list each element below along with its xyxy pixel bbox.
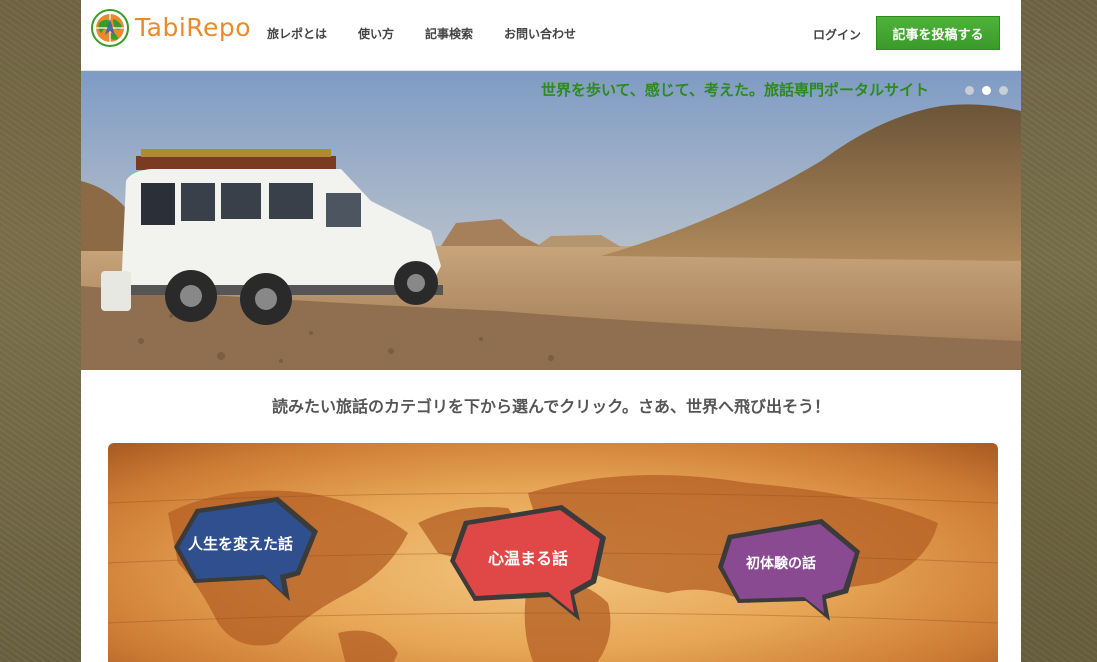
category-label: 人生を変えた話 xyxy=(188,535,294,553)
category-label: 初体験の話 xyxy=(746,556,816,572)
nav-item-about[interactable]: 旅レポとは xyxy=(267,25,327,42)
site-header: TabiRepo 旅レポとは 使い方 記事検索 お問い合わせ ログイン 記事を投… xyxy=(81,0,1021,71)
slider-dot-3[interactable] xyxy=(999,86,1008,95)
page: TabiRepo 旅レポとは 使い方 記事検索 お問い合わせ ログイン 記事を投… xyxy=(81,0,1021,662)
hero-desert-scene xyxy=(81,71,1021,370)
nav-item-search[interactable]: 記事検索 xyxy=(425,25,473,42)
slider-dot-1[interactable] xyxy=(965,86,974,95)
category-label: 心温まる話 xyxy=(488,549,569,568)
category-bubble-heartwarming[interactable]: 心温まる話 xyxy=(446,499,614,623)
category-lead-text: 読みたい旅話のカテゴリを下から選んでクリック。さあ、世界へ飛び出そう！ xyxy=(272,397,830,416)
site-logo[interactable]: TabiRepo xyxy=(91,9,261,51)
category-bubble-life-changing[interactable]: 人生を変えた話 xyxy=(168,495,328,605)
category-bubble-first-experience[interactable]: 初体験の話 xyxy=(714,515,864,623)
hero-tagline: 世界を歩いて、感じて、考えた。旅話専門ポータルサイト xyxy=(541,81,930,99)
login-link[interactable]: ログイン xyxy=(813,26,861,43)
post-article-button[interactable]: 記事を投稿する xyxy=(876,16,1000,50)
world-map: 人生を変えた話 心温まる話 初体験の話 xyxy=(107,443,999,662)
logo-text: TabiRepo xyxy=(135,13,252,42)
slider-dots xyxy=(965,86,1008,95)
main-nav: 旅レポとは 使い方 記事検索 お問い合わせ xyxy=(267,25,607,42)
hero-slider[interactable]: 世界を歩いて、感じて、考えた。旅話専門ポータルサイト xyxy=(81,71,1021,370)
nav-item-contact[interactable]: お問い合わせ xyxy=(504,25,576,42)
slider-dot-2[interactable] xyxy=(982,86,991,95)
nav-item-how-to[interactable]: 使い方 xyxy=(358,25,394,42)
globe-logo-icon xyxy=(91,9,129,47)
